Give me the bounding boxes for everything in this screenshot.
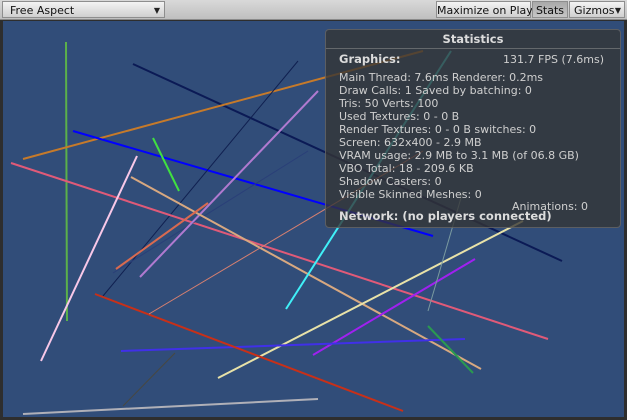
scene-line [152, 137, 180, 192]
stat-line: Shadow Casters: 0 [339, 175, 442, 188]
scene-line [40, 155, 138, 362]
dropdown-arrow-icon: ▼ [153, 6, 160, 15]
scene-line [217, 220, 524, 379]
scene-line [112, 150, 309, 274]
statistics-title: Statistics [442, 32, 504, 46]
dropdown-arrow-icon: ▼ [614, 6, 621, 15]
scene-line [427, 325, 474, 374]
stat-line: VBO Total: 18 - 209.6 KB [339, 162, 474, 175]
stat-line: Draw Calls: 1 Saved by batching: 0 [339, 84, 532, 97]
gizmos-dropdown[interactable]: Gizmos ▼ [569, 1, 625, 18]
stats-toggle[interactable]: Stats [532, 1, 568, 18]
stat-line: Tris: 50 Verts: 100 [339, 97, 439, 110]
stat-line: Main Thread: 7.6ms Renderer: 0.2ms [339, 71, 544, 84]
scene-line [122, 352, 176, 407]
gizmos-label: Gizmos [574, 4, 615, 17]
aspect-label: Free Aspect [10, 4, 75, 17]
game-view-toolbar: Free Aspect ▼ Maximize on Play Stats Giz… [0, 0, 627, 20]
panel-divider [326, 48, 620, 49]
stat-line: Used Textures: 0 - 0 B [339, 110, 460, 123]
network-status: Network: (no players connected) [339, 209, 552, 223]
maximize-on-play-toggle[interactable]: Maximize on Play [436, 1, 533, 18]
stat-line: VRAM usage: 2.9 MB to 3.1 MB (of 06.8 GB… [339, 149, 579, 162]
fps-readout: 131.7 FPS (7.6ms) [503, 53, 604, 66]
game-viewport[interactable]: Statistics Graphics: 131.7 FPS (7.6ms) M… [3, 21, 624, 417]
scene-line [94, 293, 404, 412]
aspect-dropdown[interactable]: Free Aspect ▼ [2, 1, 165, 18]
scene-line [22, 398, 319, 415]
scene-line [139, 90, 319, 278]
graphics-label: Graphics: [339, 52, 401, 66]
statistics-panel: Statistics Graphics: 131.7 FPS (7.6ms) M… [325, 29, 621, 228]
scene-line [120, 338, 466, 352]
stat-line: Visible Skinned Meshes: 0 [339, 188, 482, 201]
stat-line: Render Textures: 0 - 0 B switches: 0 [339, 123, 537, 136]
stat-line: Screen: 632x400 - 2.9 MB [339, 136, 482, 149]
